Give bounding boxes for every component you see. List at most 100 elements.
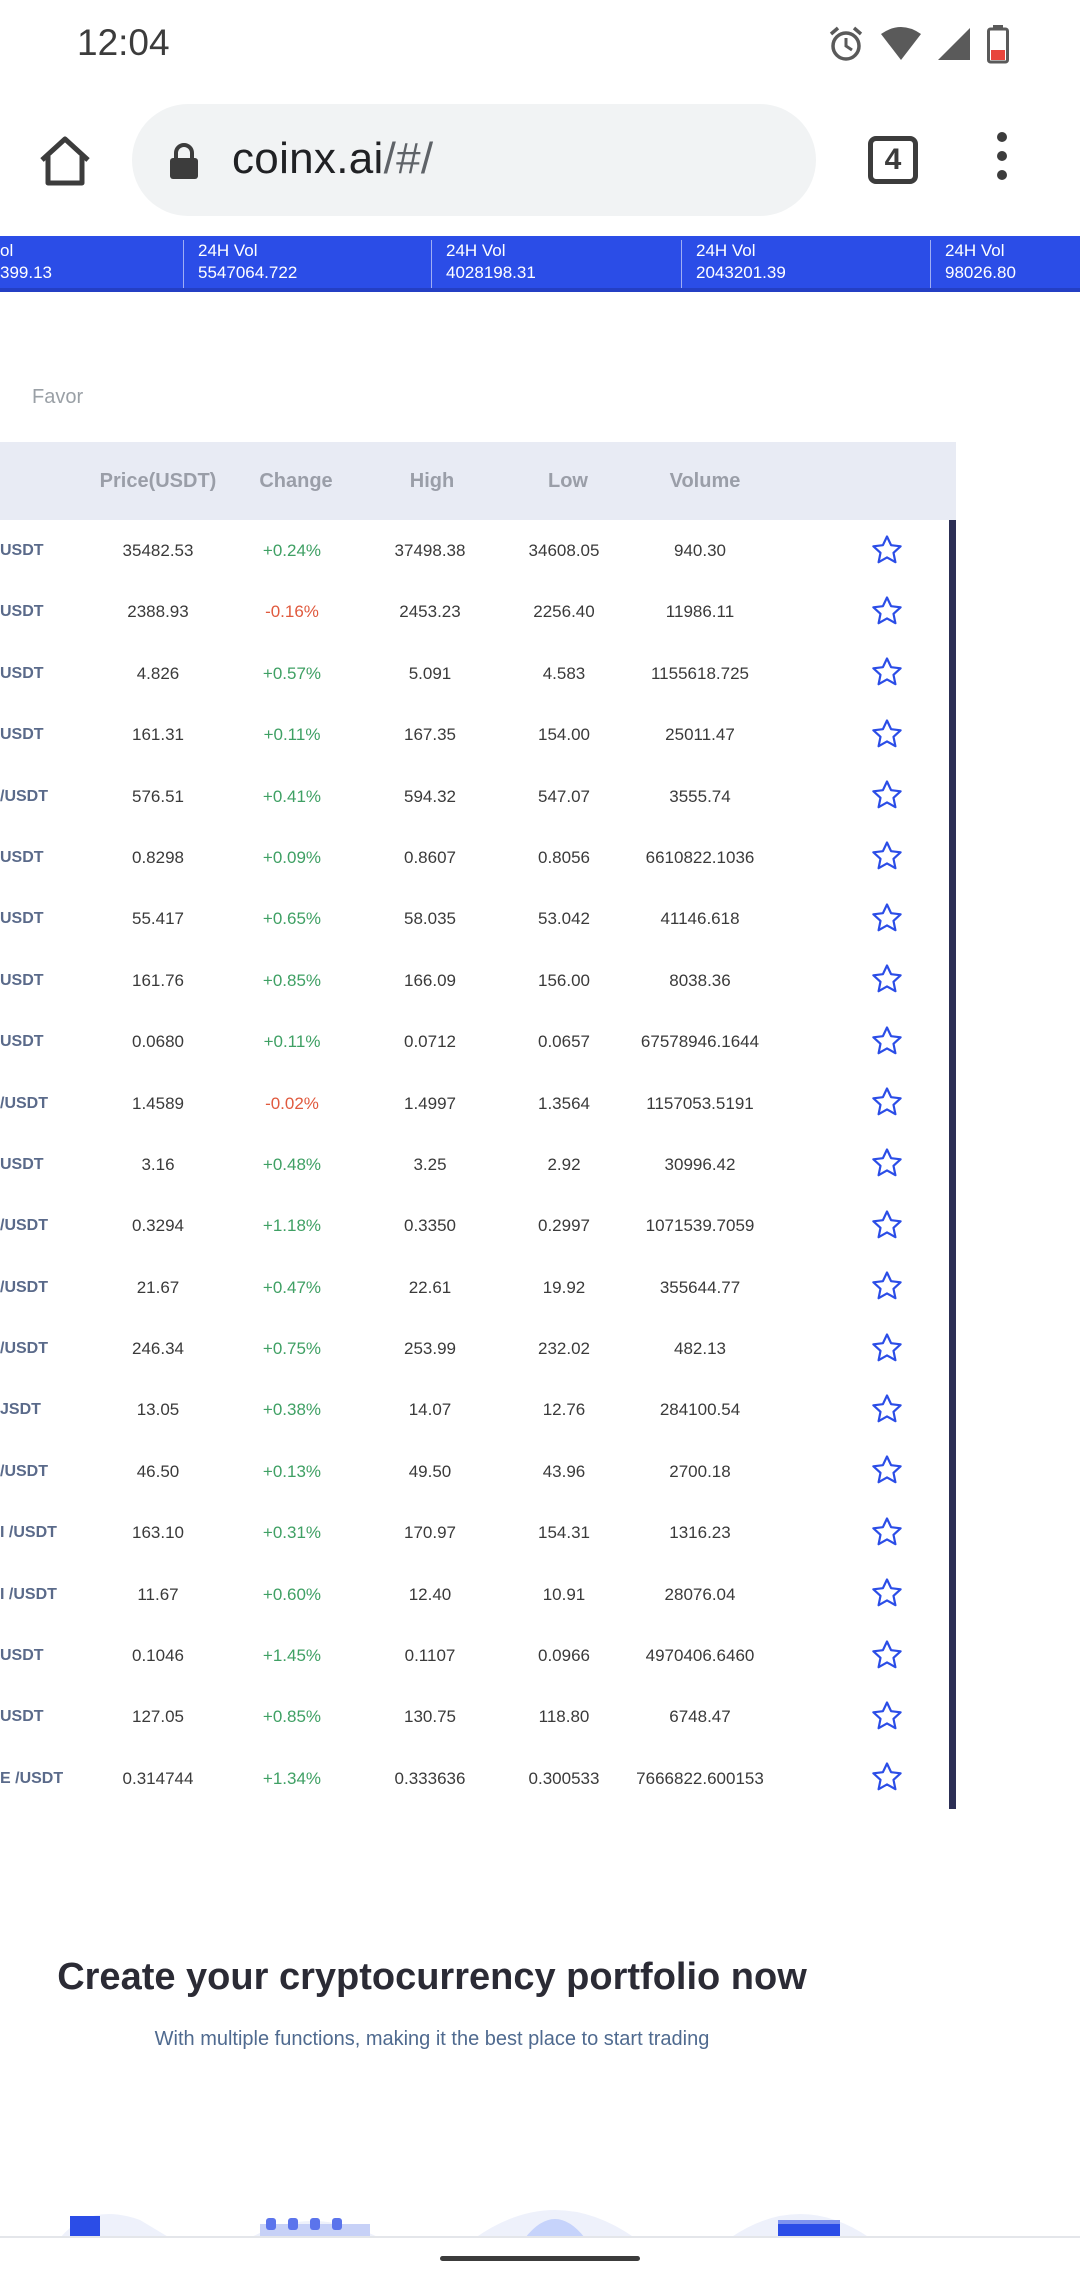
table-row[interactable]: USDT 0.1046 +1.45% 0.1107 0.0966 4970406.6460	[0, 1625, 956, 1686]
low-cell: 53.042	[538, 909, 590, 929]
change-cell: +0.47%	[262, 1277, 322, 1297]
volume-cell: 30996.42	[664, 1154, 736, 1174]
favorite-star-icon[interactable]	[866, 1625, 908, 1686]
table-row[interactable]: I /USDT 11.67 +0.60% 12.40 10.91 28076.04	[0, 1564, 956, 1625]
low-cell: 156.00	[538, 970, 590, 990]
table-row[interactable]: /USDT 21.67 +0.47% 22.61 19.92 355644.77	[0, 1257, 956, 1318]
browser-toolbar: coinx.ai/#/ 4	[0, 90, 1080, 230]
address-bar[interactable]: coinx.ai/#/	[132, 104, 816, 216]
favorite-star-icon[interactable]	[866, 1318, 908, 1379]
table-row[interactable]: /USDT 0.3294 +1.18% 0.3350 0.2997 1071539.705…	[0, 1195, 956, 1256]
high-cell: 0.8607	[404, 847, 456, 867]
ticker-item[interactable]: 24H Vol 2043201.39	[681, 240, 786, 288]
change-cell: +0.11%	[263, 725, 321, 745]
low-cell: 1.3564	[538, 1093, 590, 1113]
header-low[interactable]: Low	[508, 442, 628, 520]
table-row[interactable]: E /USDT 0.314744 +1.34% 0.333636 0.300533 766…	[0, 1748, 956, 1809]
low-cell: 118.80	[538, 1707, 590, 1727]
favorite-star-icon[interactable]	[866, 581, 908, 642]
price-cell: 0.3294	[132, 1216, 184, 1236]
table-row[interactable]: JSDT 13.05 +0.38% 14.07 12.76 284100.54	[0, 1379, 956, 1440]
change-cell: +1.45%	[262, 1646, 322, 1666]
change-cell: +0.41%	[262, 786, 322, 806]
table-row[interactable]: USDT 2388.93 -0.16% 2453.23 2256.40 11986.11	[0, 581, 956, 642]
favorite-star-icon[interactable]	[866, 1257, 908, 1318]
high-cell: 0.1107	[404, 1646, 456, 1666]
pair-name: E /USDT	[0, 1769, 64, 1787]
ticker-item[interactable]: 24H Vol 4028198.31	[431, 240, 536, 288]
favorite-star-icon[interactable]	[866, 1134, 908, 1195]
header-change[interactable]: Change	[236, 442, 356, 520]
ticker-item[interactable]: ol 399.13	[0, 240, 52, 288]
volume-cell: 1155618.725	[650, 663, 749, 683]
header-volume[interactable]: Volume	[645, 442, 765, 520]
table-row[interactable]: /USDT 576.51 +0.41% 594.32 547.07 3555.74	[0, 766, 956, 827]
change-cell: +0.13%	[262, 1461, 322, 1481]
favorite-star-icon[interactable]	[866, 643, 908, 704]
favorite-star-icon[interactable]	[866, 950, 908, 1011]
change-cell: +0.09%	[262, 847, 322, 867]
price-cell: 2388.93	[127, 602, 189, 622]
price-cell: 127.05	[132, 1707, 184, 1727]
favorite-star-icon[interactable]	[866, 1564, 908, 1625]
high-cell: 37498.38	[394, 541, 466, 560]
low-cell: 19.92	[542, 1277, 586, 1297]
pair-name: I /USDT	[0, 1585, 57, 1603]
table-row[interactable]: /USDT 46.50 +0.13% 49.50 43.96 2700.18	[0, 1441, 956, 1502]
ticker-item[interactable]: 24H Vol 5547064.722	[183, 240, 297, 288]
favorite-star-icon[interactable]	[866, 1011, 908, 1072]
favorite-star-icon[interactable]	[866, 888, 908, 949]
change-cell: +1.18%	[262, 1216, 322, 1236]
table-row[interactable]: USDT 4.826 +0.57% 5.091 4.583 1155618.725	[0, 643, 956, 704]
pair-name: USDT	[0, 971, 44, 989]
table-row[interactable]: I /USDT 163.10 +0.31% 170.97 154.31 1316.23	[0, 1502, 956, 1563]
favorite-star-icon[interactable]	[866, 1748, 908, 1809]
price-cell: 35482.53	[122, 541, 194, 560]
change-cell: +0.24%	[262, 541, 322, 560]
home-indicator[interactable]	[440, 2256, 640, 2261]
table-row[interactable]: USDT 0.8298 +0.09% 0.8607 0.8056 6610822.1036	[0, 827, 956, 888]
ticker-item[interactable]: 24H Vol 98026.80	[930, 240, 1016, 288]
table-row[interactable]: USDT 127.05 +0.85% 130.75 118.80 6748.47	[0, 1686, 956, 1747]
feature-graphic-icon	[730, 2214, 870, 2238]
favorite-star-icon[interactable]	[866, 1379, 908, 1440]
table-row[interactable]: USDT 161.76 +0.85% 166.09 156.00 8038.36	[0, 950, 956, 1011]
home-icon[interactable]	[36, 132, 94, 190]
more-vert-icon[interactable]	[992, 132, 1012, 188]
table-row[interactable]: USDT 3.16 +0.48% 3.25 2.92 30996.42	[0, 1134, 956, 1195]
ticker-value: 399.13	[0, 263, 52, 282]
header-high[interactable]: High	[372, 442, 492, 520]
favorite-star-icon[interactable]	[866, 1686, 908, 1747]
low-cell: 0.2997	[538, 1216, 590, 1236]
favorite-star-icon[interactable]	[866, 1502, 908, 1563]
table-row[interactable]: /USDT 246.34 +0.75% 253.99 232.02 482.13	[0, 1318, 956, 1379]
favorite-star-icon[interactable]	[866, 1195, 908, 1256]
change-cell: +0.31%	[262, 1523, 322, 1543]
table-row[interactable]: USDT 161.31 +0.11% 167.35 154.00 25011.47	[0, 704, 956, 765]
change-cell: -0.02%	[265, 1093, 319, 1113]
header-price[interactable]: Price(USDT)	[88, 442, 228, 520]
high-cell: 5.091	[408, 663, 452, 683]
table-row[interactable]: USDT 55.417 +0.65% 58.035 53.042 41146.618	[0, 888, 956, 949]
table-row[interactable]: USDT 0.0680 +0.11% 0.0712 0.0657 67578946.164…	[0, 1011, 956, 1072]
alarm-icon	[829, 26, 863, 61]
favorite-star-icon[interactable]	[866, 1073, 908, 1134]
favorite-star-icon[interactable]	[866, 1441, 908, 1502]
favorite-star-icon[interactable]	[866, 520, 908, 581]
table-row[interactable]: USDT 35482.53 +0.24% 37498.38 34608.05 940.30	[0, 520, 956, 581]
favorite-star-icon[interactable]	[866, 827, 908, 888]
price-cell: 4.826	[136, 663, 180, 683]
favorite-star-icon[interactable]	[866, 766, 908, 827]
ticker-label: 24H Vol	[945, 241, 1005, 260]
tabs-button[interactable]: 4	[868, 136, 918, 184]
pair-name: I /USDT	[0, 1524, 57, 1542]
tab-favor[interactable]: Favor	[32, 386, 83, 409]
price-cell: 0.314744	[122, 1768, 194, 1788]
high-cell: 22.61	[408, 1277, 452, 1297]
high-cell: 58.035	[404, 909, 456, 929]
pair-name: USDT	[0, 910, 44, 928]
feature-graphic-icon	[60, 2214, 170, 2238]
favorite-star-icon[interactable]	[866, 704, 908, 765]
pair-name: /USDT	[0, 1094, 48, 1112]
table-row[interactable]: /USDT 1.4589 -0.02% 1.4997 1.3564 1157053.519…	[0, 1073, 956, 1134]
